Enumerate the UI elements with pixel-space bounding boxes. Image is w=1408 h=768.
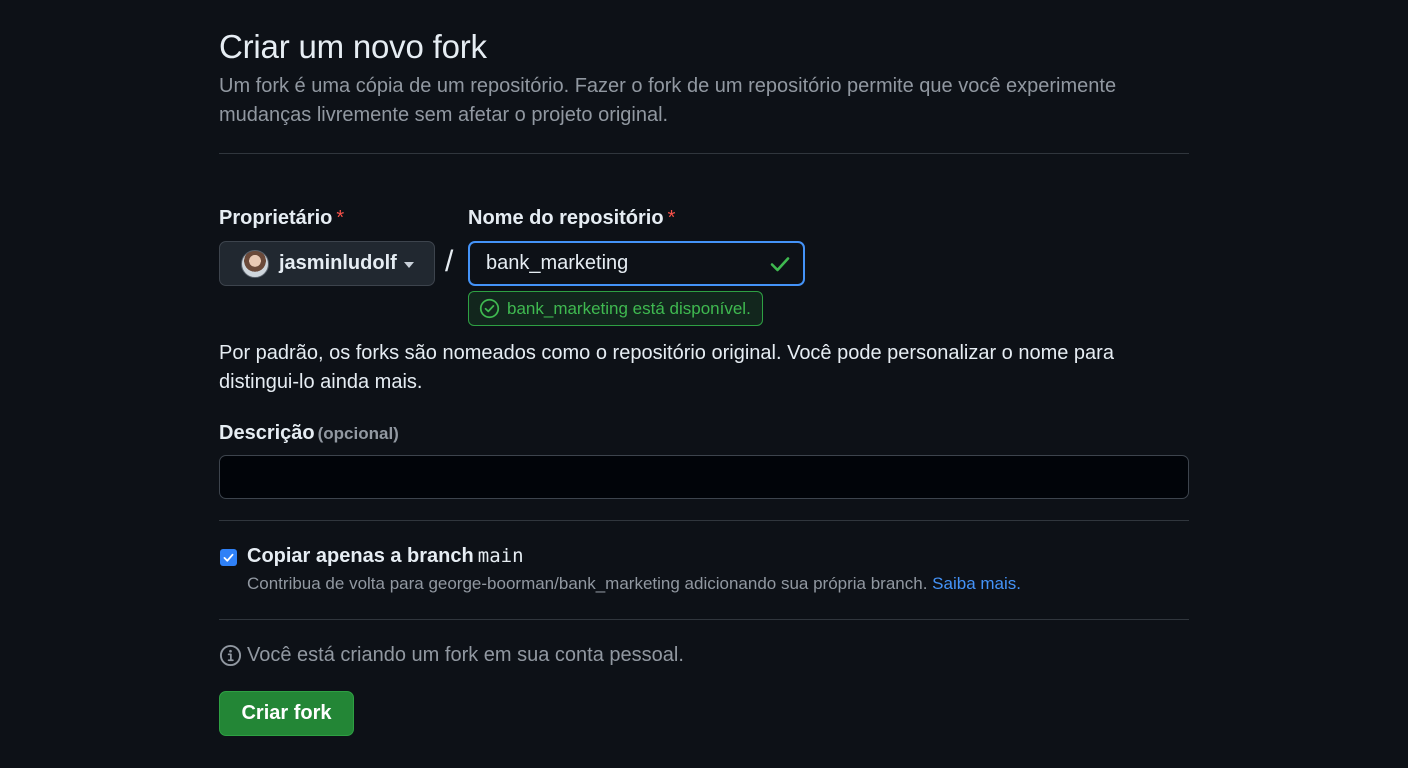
required-mark: * xyxy=(667,207,676,229)
copy-branch-checkbox[interactable] xyxy=(220,549,237,566)
repo-name-label-text: Nome do repositório xyxy=(468,207,664,229)
caret-down-icon xyxy=(403,261,414,268)
divider xyxy=(219,153,1189,154)
description-input[interactable] xyxy=(219,455,1189,499)
required-mark: * xyxy=(336,207,345,229)
page-subtitle: Um fork é uma cópia de um repositório. F… xyxy=(219,75,1117,126)
check-circle-icon xyxy=(479,298,500,319)
optional-hint: (opcional) xyxy=(317,424,399,443)
copy-branch-text: Copiar apenas a branch xyxy=(247,545,474,567)
owner-dropdown[interactable]: jasminludolf xyxy=(219,241,435,286)
learn-more-link[interactable]: Saiba mais. xyxy=(932,574,1021,593)
info-icon xyxy=(219,644,242,667)
copy-branch-help-text: Contribua de volta para george-boorman/b… xyxy=(247,574,928,593)
description-label-text: Descrição xyxy=(219,422,315,444)
divider xyxy=(219,520,1189,521)
owner-label: Proprietário * xyxy=(219,207,344,230)
owner-name: jasminludolf xyxy=(279,252,397,274)
info-text: Você está criando um fork em sua conta p… xyxy=(247,644,684,666)
repo-name-value: bank_marketing xyxy=(486,252,629,274)
copy-branch-label[interactable]: Copiar apenas a branch main xyxy=(247,545,524,568)
owner-repo-separator: / xyxy=(445,245,454,278)
checkmark-icon xyxy=(223,553,234,562)
check-icon xyxy=(770,257,790,272)
divider xyxy=(219,619,1189,620)
availability-message: bank_marketing está disponível. xyxy=(468,291,763,326)
copy-branch-help: Contribua de volta para george-boorman/b… xyxy=(247,574,1021,594)
avatar xyxy=(241,249,269,278)
description-label: Descrição (opcional) xyxy=(219,422,399,445)
branch-name: main xyxy=(477,545,524,567)
owner-label-text: Proprietário xyxy=(219,207,333,229)
repo-name-help: Por padrão, os forks são nomeados como o… xyxy=(219,342,1114,393)
page-title: Criar um novo fork xyxy=(219,28,487,65)
repo-name-input[interactable]: bank_marketing xyxy=(468,241,805,286)
fork-page: Criar um novo fork Um fork é uma cópia d… xyxy=(0,0,1408,768)
account-info: Você está criando um fork em sua conta p… xyxy=(219,644,684,667)
create-fork-button[interactable]: Criar fork xyxy=(219,691,354,736)
repo-name-label: Nome do repositório * xyxy=(468,207,675,230)
availability-text: bank_marketing está disponível. xyxy=(507,298,751,318)
